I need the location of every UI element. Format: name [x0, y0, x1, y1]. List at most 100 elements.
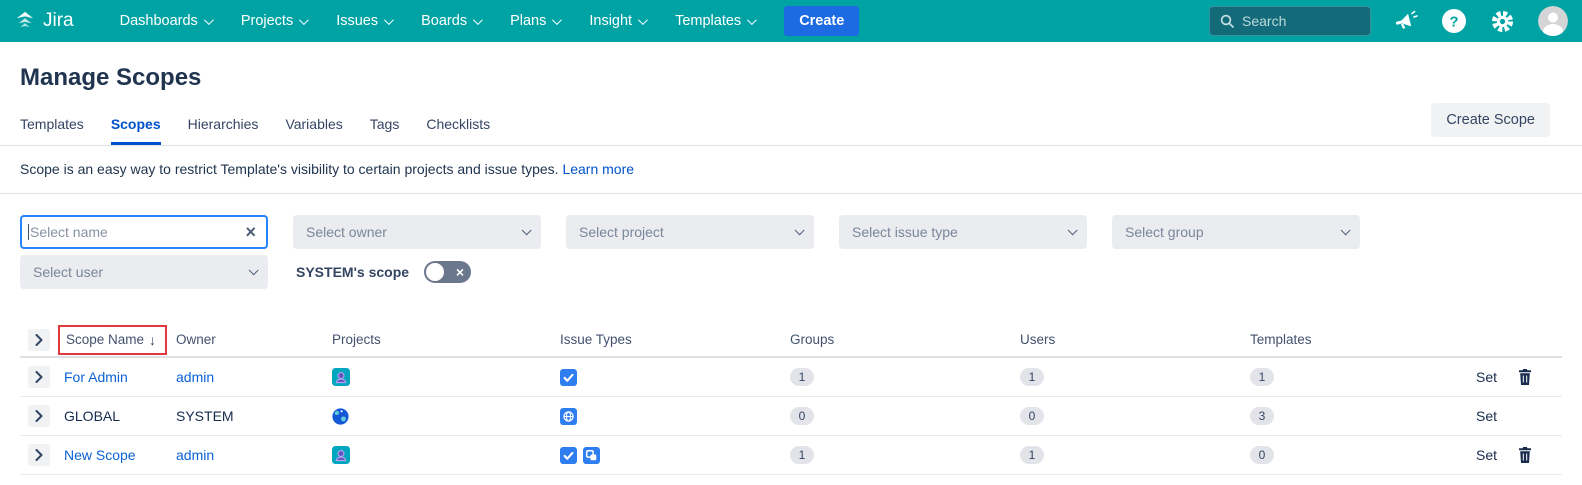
nav-item-dashboards[interactable]: Dashboards	[120, 13, 211, 29]
annotation-highlight-box: Scope Name ↓	[58, 325, 167, 355]
owner-link[interactable]: admin	[176, 447, 214, 463]
issue-types-cell	[560, 408, 790, 425]
set-link[interactable]: Set	[1476, 369, 1497, 385]
nav-item-plans[interactable]: Plans	[510, 13, 559, 29]
globe-project-icon	[332, 408, 349, 425]
nav-item-boards[interactable]: Boards	[421, 13, 480, 29]
subtask-icon	[583, 447, 600, 464]
nav-item-projects[interactable]: Projects	[241, 13, 306, 29]
select-group-dropdown[interactable]: Select group	[1112, 215, 1360, 249]
trash-icon[interactable]	[1518, 369, 1532, 385]
select-project-dropdown[interactable]: Select project	[566, 215, 814, 249]
tabs-row: Templates Scopes Hierarchies Variables T…	[20, 116, 1562, 145]
chevron-down-icon	[795, 225, 805, 235]
header-projects[interactable]: Projects	[332, 332, 560, 347]
page-title: Manage Scopes	[20, 64, 1562, 92]
text-cursor	[28, 224, 29, 240]
task-icon	[560, 447, 577, 464]
nav-item-templates[interactable]: Templates	[675, 13, 754, 29]
tab-tags[interactable]: Tags	[370, 116, 400, 145]
tab-checklists[interactable]: Checklists	[426, 116, 490, 145]
chevron-down-icon	[384, 15, 394, 25]
learn-more-link[interactable]: Learn more	[562, 161, 634, 177]
toggle-off-x-icon: ×	[456, 265, 464, 279]
search-icon	[1220, 14, 1234, 28]
chevron-down-icon	[1068, 225, 1078, 235]
templates-count-badge: 3	[1250, 407, 1274, 425]
chevron-down-icon	[204, 15, 214, 25]
toggle-knob	[426, 263, 444, 281]
chevron-down-icon	[299, 15, 309, 25]
select-name-input[interactable]	[30, 224, 245, 240]
groups-count-badge: 1	[790, 368, 814, 386]
jira-logo-icon	[14, 10, 36, 32]
header-users[interactable]: Users	[1020, 332, 1250, 347]
table-row: GLOBAL SYSTEM 0 0 3 Set	[20, 397, 1562, 436]
settings-gear-icon[interactable]	[1489, 8, 1516, 35]
set-link[interactable]: Set	[1476, 408, 1497, 424]
expand-row-button[interactable]	[28, 366, 50, 388]
projects-cell	[332, 408, 560, 425]
scope-name-link[interactable]: For Admin	[64, 369, 128, 385]
clear-name-icon[interactable]: ×	[245, 223, 256, 241]
select-user-dropdown[interactable]: Select user	[20, 255, 268, 289]
header-scope-name[interactable]: Scope Name	[66, 332, 144, 347]
scope-name-link[interactable]: New Scope	[64, 447, 136, 463]
help-icon[interactable]: ?	[1441, 8, 1467, 34]
select-issue-type-dropdown[interactable]: Select issue type	[839, 215, 1087, 249]
expand-row-button[interactable]	[28, 444, 50, 466]
table-body: For Admin admin 1 1 1 Set GLOBAL SYSTEM …	[20, 358, 1562, 475]
header-groups[interactable]: Groups	[790, 332, 1020, 347]
expand-row-button[interactable]	[28, 405, 50, 427]
filters-row-2: Select user SYSTEM's scope ×	[20, 255, 1562, 289]
table-row: New Scope admin 1 1 0 Set	[20, 436, 1562, 475]
top-navbar: Jira Dashboards Projects Issues Boards P…	[0, 0, 1582, 42]
header-issue-types[interactable]: Issue Types	[560, 332, 790, 347]
select-owner-dropdown[interactable]: Select owner	[293, 215, 541, 249]
tab-variables[interactable]: Variables	[285, 116, 342, 145]
header-owner[interactable]: Owner	[176, 332, 332, 347]
table-header-row: Scope Name ↓ Owner Projects Issue Types …	[20, 323, 1562, 358]
system-scope-label: SYSTEM's scope	[296, 264, 409, 280]
avatar-project-icon	[332, 368, 350, 386]
brand-label: Jira	[43, 10, 74, 32]
tab-hierarchies[interactable]: Hierarchies	[188, 116, 259, 145]
table-row: For Admin admin 1 1 1 Set	[20, 358, 1562, 397]
nav-item-insight[interactable]: Insight	[589, 13, 645, 29]
scope-description: Scope is an easy way to restrict Templat…	[20, 146, 1562, 193]
create-button[interactable]: Create	[784, 6, 859, 36]
system-scope-toggle[interactable]: ×	[424, 261, 471, 283]
owner-link[interactable]: admin	[176, 369, 214, 385]
sort-descending-icon[interactable]: ↓	[149, 332, 156, 348]
user-avatar[interactable]	[1538, 6, 1568, 36]
chevron-down-icon	[473, 15, 483, 25]
navbar-right: ?	[1209, 6, 1568, 36]
search-box[interactable]	[1209, 6, 1371, 36]
tabs: Templates Scopes Hierarchies Variables T…	[20, 116, 490, 145]
nav-menu: Dashboards Projects Issues Boards Plans …	[120, 13, 755, 29]
scope-name-link: GLOBAL	[64, 408, 120, 424]
chevron-down-icon	[747, 15, 757, 25]
expand-all-button[interactable]	[28, 329, 50, 351]
avatar-project-icon	[332, 446, 350, 464]
issue-types-cell	[560, 369, 790, 386]
tab-templates[interactable]: Templates	[20, 116, 84, 145]
chevron-down-icon	[249, 265, 259, 275]
templates-count-badge: 1	[1250, 368, 1274, 386]
tab-scopes[interactable]: Scopes	[111, 116, 161, 145]
issue-types-cell	[560, 447, 790, 464]
announcements-icon[interactable]	[1393, 9, 1419, 33]
header-templates[interactable]: Templates	[1250, 332, 1476, 347]
create-scope-button[interactable]: Create Scope	[1431, 103, 1550, 137]
globe-issue-icon	[560, 408, 577, 425]
divider	[0, 193, 1582, 194]
users-count-badge: 1	[1020, 368, 1044, 386]
groups-count-badge: 1	[790, 446, 814, 464]
trash-icon[interactable]	[1518, 447, 1532, 463]
templates-count-badge: 0	[1250, 446, 1274, 464]
search-input[interactable]	[1242, 13, 1360, 29]
jira-logo[interactable]: Jira	[14, 10, 74, 32]
set-link[interactable]: Set	[1476, 447, 1497, 463]
nav-item-issues[interactable]: Issues	[336, 13, 391, 29]
users-count-badge: 1	[1020, 446, 1044, 464]
